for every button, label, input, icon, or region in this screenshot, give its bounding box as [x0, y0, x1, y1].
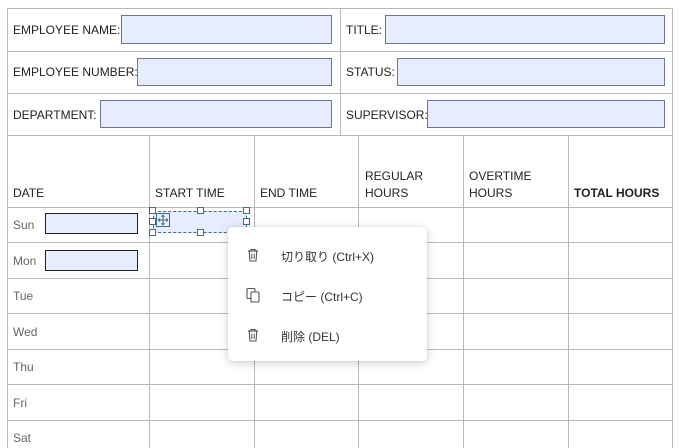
grid-line — [7, 420, 673, 421]
header-end-time: END TIME — [260, 186, 318, 200]
day-label-sun: Sun — [13, 218, 35, 232]
day-label-fri: Fri — [13, 396, 27, 410]
grid-line — [568, 136, 569, 448]
resize-handle-top-left[interactable] — [149, 207, 156, 214]
header-overtime-hours-line2: HOURS — [469, 186, 513, 200]
context-menu: 切り取り (Ctrl+X) コピー (Ctrl+C) 削除 (DEL) — [228, 227, 427, 361]
day-label-thu: Thu — [13, 360, 34, 374]
grid-line — [7, 8, 8, 448]
copy-icon — [245, 287, 261, 303]
menu-item-cut-label: 切り取り (Ctrl+X) — [281, 250, 375, 264]
grid-line — [672, 8, 673, 448]
department-field[interactable] — [100, 100, 332, 128]
grid-line — [463, 136, 464, 448]
title-label: TITLE: — [346, 23, 383, 37]
employee-number-field[interactable] — [137, 58, 332, 86]
menu-item-delete-label: 削除 (DEL) — [281, 330, 340, 344]
resize-handle-top[interactable] — [197, 207, 204, 214]
header-overtime-hours-line1: OVERTIME — [469, 169, 532, 183]
header-regular-hours-line2: HOURS — [365, 186, 409, 200]
resize-handle-right[interactable] — [243, 218, 250, 225]
resize-handle-bottom[interactable] — [197, 229, 204, 236]
employee-name-field[interactable] — [121, 15, 332, 44]
resize-handle-bottom-left[interactable] — [149, 229, 156, 236]
trash-icon — [245, 327, 261, 343]
supervisor-label: SUPERVISOR: — [346, 108, 428, 122]
menu-item-copy[interactable]: コピー (Ctrl+C) — [228, 275, 427, 315]
grid-line — [7, 207, 673, 208]
menu-item-cut[interactable]: 切り取り (Ctrl+X) — [228, 235, 427, 275]
grid-line — [149, 136, 150, 448]
status-field[interactable] — [397, 58, 665, 86]
department-label: DEPARTMENT: — [13, 108, 97, 122]
date-field-sun[interactable] — [45, 213, 138, 234]
header-total-hours: TOTAL HOURS — [574, 186, 660, 200]
move-handle-icon[interactable] — [156, 213, 170, 227]
resize-handle-top-right[interactable] — [243, 207, 250, 214]
header-date: DATE — [13, 186, 45, 200]
grid-line — [7, 384, 673, 385]
menu-item-copy-label: コピー (Ctrl+C) — [281, 290, 363, 304]
title-field[interactable] — [385, 15, 665, 44]
day-label-wed: Wed — [13, 325, 38, 339]
status-label: STATUS: — [346, 65, 395, 79]
header-regular-hours-line1: REGULAR — [365, 169, 424, 183]
menu-item-delete[interactable]: 削除 (DEL) — [228, 315, 427, 355]
grid-line — [340, 8, 341, 136]
day-label-mon: Mon — [13, 254, 37, 268]
trash-icon — [245, 247, 261, 263]
resize-handle-left[interactable] — [149, 218, 156, 225]
employee-name-label: EMPLOYEE NAME: — [13, 23, 121, 37]
day-label-tue: Tue — [13, 289, 34, 303]
date-field-mon[interactable] — [45, 250, 138, 271]
day-label-sat: Sat — [13, 431, 32, 445]
employee-number-label: EMPLOYEE NUMBER: — [13, 65, 138, 79]
header-start-time: START TIME — [155, 186, 225, 200]
supervisor-field[interactable] — [427, 100, 665, 128]
